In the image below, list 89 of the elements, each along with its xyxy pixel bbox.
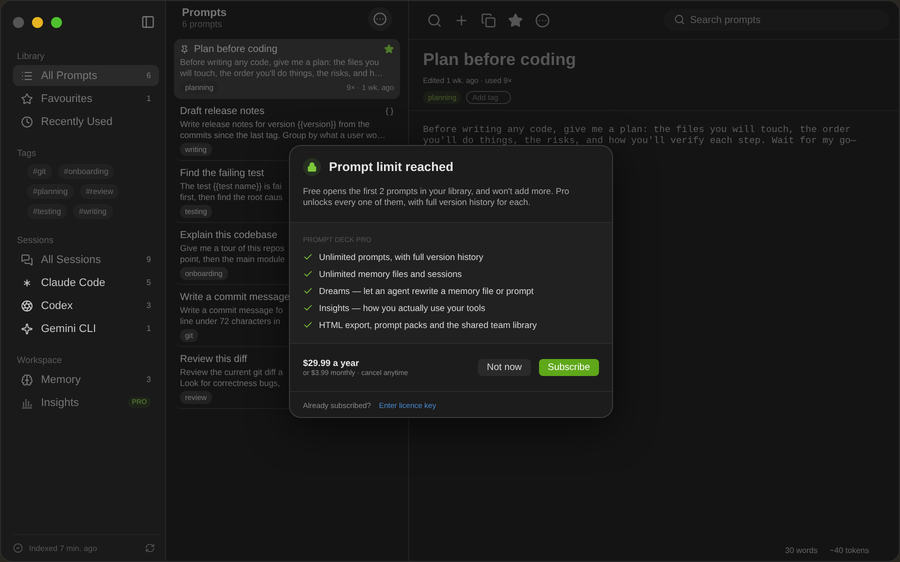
prompt-title: Plan before coding — [194, 44, 278, 54]
prompt-preview: Look for correctness bugs, — [180, 378, 280, 389]
prompt-preview: first, then find the root caus — [180, 192, 283, 203]
sidebar-item[interactable]: Codex 3 — [13, 295, 159, 316]
count-label: 6 — [146, 71, 151, 80]
prompt-preview: Write a commit message fo — [180, 305, 283, 316]
prompt-preview: The test {{test name}} is fai — [180, 181, 282, 192]
sidebar-item-label: Claude Code — [41, 276, 106, 288]
prompt-body-line: you'll do things, the risks, and how you'll verify each step. Wait for my go— — [423, 135, 858, 146]
tag-chip[interactable]: #planning — [27, 184, 74, 199]
sidebar-item-label: Codex — [41, 300, 73, 312]
prompt-heading: Plan before coding — [423, 50, 578, 70]
prompt-preview: line under 72 characters in — [180, 316, 280, 327]
check-circle-icon — [13, 543, 23, 553]
refresh-icon[interactable] — [145, 543, 155, 553]
search-icon — [674, 14, 685, 25]
sidebar-item[interactable]: Claude Code 5 — [13, 272, 159, 293]
prompt-body-line: Before writing any code, give me a plan: the files you will touch, the order — [423, 124, 852, 135]
sidebar-item-label: Gemini CLI — [41, 322, 96, 334]
index-status: Indexed 7 min. ago — [29, 544, 98, 552]
sidebar-item-icon — [21, 92, 33, 104]
tag-chip[interactable]: #testing — [27, 204, 68, 219]
sidebar-item[interactable]: Recently Used — [13, 111, 159, 132]
sidebar-toggle-icon[interactable] — [141, 15, 155, 29]
star-icon — [384, 44, 394, 54]
copy-icon[interactable] — [481, 12, 496, 28]
search-field[interactable]: Search prompts — [664, 9, 889, 31]
tag-chip[interactable]: #git — [27, 164, 52, 179]
sidebar-item-icon — [21, 374, 33, 386]
braces-icon — [385, 106, 394, 116]
plus-icon[interactable] — [454, 12, 469, 28]
prompt-title: Draft release notes — [180, 106, 264, 116]
prompt-preview: commits since the last tag. Group by what a user wo… — [180, 130, 386, 141]
sidebar-item-label: Insights — [41, 396, 79, 408]
sidebar-item-icon — [21, 254, 33, 266]
minimize-button[interactable] — [32, 16, 43, 28]
lock-icon — [303, 158, 321, 176]
count-label: 1 — [146, 94, 151, 103]
prompt-title: Explain this codebase — [180, 230, 278, 240]
tag-chip[interactable]: #writing — [73, 204, 113, 219]
count-label: 3 — [146, 375, 151, 384]
section-title: Sessions — [17, 235, 55, 245]
subscribe-button[interactable]: Subscribe — [538, 358, 599, 376]
sidebar-item-label: Favourites — [41, 92, 92, 104]
dismiss-button[interactable]: Not now — [478, 358, 531, 376]
sidebar-item[interactable]: All Sessions 9 — [13, 249, 159, 270]
sidebar-item[interactable]: Memory 3 — [13, 369, 159, 390]
more-icon[interactable] — [535, 12, 550, 28]
sidebar-item[interactable]: Favourites 1 — [13, 88, 159, 109]
sidebar-item[interactable]: All Prompts 6 — [13, 65, 159, 86]
sidebar-item-label: Memory — [41, 374, 81, 386]
sidebar-item-icon — [21, 322, 33, 334]
count-label: 3 — [146, 301, 151, 310]
sidebar-item-label: Recently Used — [41, 116, 113, 128]
maximize-button[interactable] — [51, 16, 62, 28]
sidebar-item[interactable]: Gemini CLI 1 — [13, 318, 159, 339]
list-title: Prompts — [182, 7, 227, 19]
sidebar-item-icon — [21, 300, 33, 312]
prompt-preview: Write release notes for version {{version}} from the — [180, 119, 370, 130]
prompt-preview: point, then the main module — [180, 254, 285, 265]
sidebar-item-icon — [21, 116, 33, 128]
sidebar-item-label: All Prompts — [41, 70, 98, 82]
sidebar-item-label: All Sessions — [41, 254, 101, 266]
more-button[interactable] — [368, 7, 392, 31]
tag-chip[interactable]: #onboarding — [58, 164, 114, 179]
tag-chip[interactable]: #review — [80, 184, 120, 199]
prompt-title: Find the failing test — [180, 168, 264, 178]
count-label: 9 — [146, 255, 151, 264]
prompt-preview: will touch, the order you'll do things, the risks, and h… — [180, 68, 383, 79]
section-title: Library — [17, 51, 46, 61]
prompt-preview: Before writing any code, give me a plan: the files you — [180, 57, 379, 68]
price: $29.99 a year — [303, 358, 360, 368]
more-icon — [373, 12, 387, 26]
section-title: Tags — [17, 148, 38, 158]
sidebar-item-icon — [21, 276, 33, 288]
count-label: 1 — [146, 324, 151, 333]
stat-text: 30 words — [785, 546, 818, 555]
prompt-preview: Give me a tour of this repos — [180, 243, 284, 254]
search-icon[interactable] — [427, 12, 442, 28]
prompt-title: Review this diff — [180, 354, 248, 364]
prompt-title: Write a commit message — [180, 292, 290, 302]
pin-icon — [180, 44, 189, 54]
close-button[interactable] — [13, 16, 24, 28]
prompt-preview: Review the current git diff a — [180, 367, 283, 378]
section-title: Workspace — [17, 355, 63, 365]
count-label: 5 — [146, 278, 151, 287]
bar-chart-icon — [21, 396, 33, 408]
star-icon[interactable] — [508, 12, 523, 28]
stat-text: ~40 tokens — [830, 546, 869, 555]
